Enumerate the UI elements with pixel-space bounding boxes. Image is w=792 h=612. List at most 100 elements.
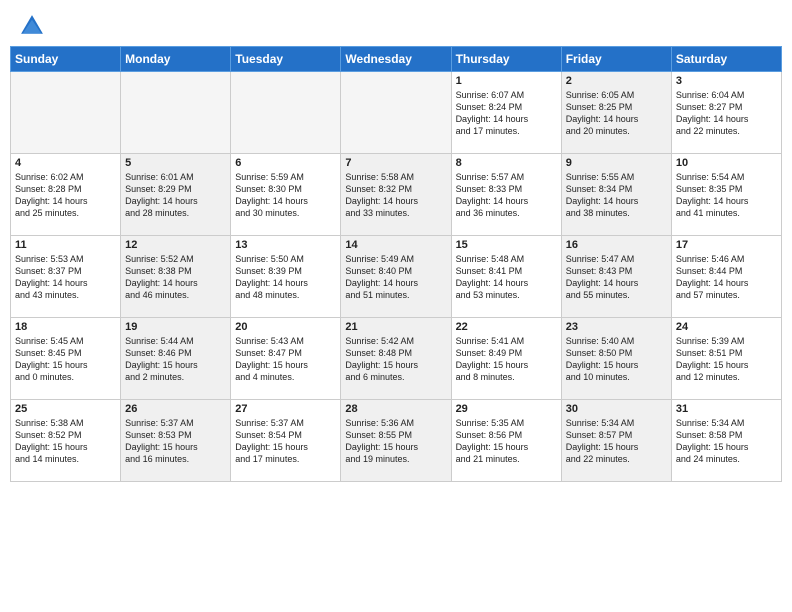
day-cell: 4 Sunrise: 6:02 AM Sunset: 8:28 PM Daylig… [11, 154, 121, 236]
day-cell: 28Sunrise: 5:36 AM Sunset: 8:55 PM Dayli… [341, 400, 451, 482]
day-info: Sunrise: 5:40 AM Sunset: 8:50 PM Dayligh… [566, 335, 667, 384]
day-info: Sunrise: 5:47 AM Sunset: 8:43 PM Dayligh… [566, 253, 667, 302]
calendar-wrapper: SundayMondayTuesdayWednesdayThursdayFrid… [0, 46, 792, 488]
day-info: Sunrise: 5:41 AM Sunset: 8:49 PM Dayligh… [456, 335, 557, 384]
day-number: 18 [15, 321, 116, 333]
day-number: 16 [566, 239, 667, 251]
logo-icon [18, 12, 46, 40]
day-info: Sunrise: 6:02 AM Sunset: 8:28 PM Dayligh… [15, 171, 116, 220]
day-header-tuesday: Tuesday [231, 47, 341, 72]
day-info: Sunrise: 5:36 AM Sunset: 8:55 PM Dayligh… [345, 417, 446, 466]
day-number: 7 [345, 157, 446, 169]
day-header-friday: Friday [561, 47, 671, 72]
day-cell: 27Sunrise: 5:37 AM Sunset: 8:54 PM Dayli… [231, 400, 341, 482]
day-info: Sunrise: 5:39 AM Sunset: 8:51 PM Dayligh… [676, 335, 777, 384]
day-number: 14 [345, 239, 446, 251]
day-cell: 11 Sunrise: 5:53 AM Sunset: 8:37 PM Dayli… [11, 236, 121, 318]
day-info: Sunrise: 5:53 AM Sunset: 8:37 PM Dayligh… [15, 253, 116, 302]
day-cell: 18 Sunrise: 5:45 AM Sunset: 8:45 PM Dayli… [11, 318, 121, 400]
week-row-3: 18 Sunrise: 5:45 AM Sunset: 8:45 PM Dayli… [11, 318, 782, 400]
day-info: Sunrise: 5:48 AM Sunset: 8:41 PM Dayligh… [456, 253, 557, 302]
day-number: 13 [235, 239, 336, 251]
day-number: 25 [15, 403, 116, 415]
day-cell: 5Sunrise: 6:01 AM Sunset: 8:29 PM Daylig… [121, 154, 231, 236]
day-number: 8 [456, 157, 557, 169]
day-info: Sunrise: 5:54 AM Sunset: 8:35 PM Dayligh… [676, 171, 777, 220]
day-number: 24 [676, 321, 777, 333]
day-header-monday: Monday [121, 47, 231, 72]
day-cell: 24 Sunrise: 5:39 AM Sunset: 8:51 PM Dayli… [671, 318, 781, 400]
day-header-wednesday: Wednesday [341, 47, 451, 72]
logo [18, 12, 50, 40]
day-number: 9 [566, 157, 667, 169]
day-number: 27 [235, 403, 336, 415]
day-cell: 15 Sunrise: 5:48 AM Sunset: 8:41 PM Dayli… [451, 236, 561, 318]
day-info: Sunrise: 5:57 AM Sunset: 8:33 PM Dayligh… [456, 171, 557, 220]
day-info: Sunrise: 5:37 AM Sunset: 8:53 PM Dayligh… [125, 417, 226, 466]
day-info: Sunrise: 5:59 AM Sunset: 8:30 PM Dayligh… [235, 171, 336, 220]
day-number: 19 [125, 321, 226, 333]
day-header-saturday: Saturday [671, 47, 781, 72]
day-number: 21 [345, 321, 446, 333]
page-header [0, 0, 792, 46]
day-number: 6 [235, 157, 336, 169]
day-info: Sunrise: 5:49 AM Sunset: 8:40 PM Dayligh… [345, 253, 446, 302]
day-number: 26 [125, 403, 226, 415]
day-info: Sunrise: 5:38 AM Sunset: 8:52 PM Dayligh… [15, 417, 116, 466]
day-number: 22 [456, 321, 557, 333]
day-cell: 8 Sunrise: 5:57 AM Sunset: 8:33 PM Daylig… [451, 154, 561, 236]
day-number: 10 [676, 157, 777, 169]
day-cell: 13Sunrise: 5:50 AM Sunset: 8:39 PM Dayli… [231, 236, 341, 318]
day-cell: 30Sunrise: 5:34 AM Sunset: 8:57 PM Dayli… [561, 400, 671, 482]
day-info: Sunrise: 5:45 AM Sunset: 8:45 PM Dayligh… [15, 335, 116, 384]
day-cell [121, 72, 231, 154]
day-number: 31 [676, 403, 777, 415]
day-number: 23 [566, 321, 667, 333]
day-number: 17 [676, 239, 777, 251]
day-info: Sunrise: 5:52 AM Sunset: 8:38 PM Dayligh… [125, 253, 226, 302]
day-number: 29 [456, 403, 557, 415]
day-info: Sunrise: 6:07 AM Sunset: 8:24 PM Dayligh… [456, 89, 557, 138]
day-cell: 25 Sunrise: 5:38 AM Sunset: 8:52 PM Dayli… [11, 400, 121, 482]
day-info: Sunrise: 5:34 AM Sunset: 8:57 PM Dayligh… [566, 417, 667, 466]
day-header-thursday: Thursday [451, 47, 561, 72]
day-cell: 12 Sunrise: 5:52 AM Sunset: 8:38 PM Dayli… [121, 236, 231, 318]
day-header-sunday: Sunday [11, 47, 121, 72]
day-cell: 14 Sunrise: 5:49 AM Sunset: 8:40 PM Dayli… [341, 236, 451, 318]
day-cell: 29 Sunrise: 5:35 AM Sunset: 8:56 PM Dayli… [451, 400, 561, 482]
day-number: 20 [235, 321, 336, 333]
day-info: Sunrise: 5:55 AM Sunset: 8:34 PM Dayligh… [566, 171, 667, 220]
day-number: 11 [15, 239, 116, 251]
day-cell [341, 72, 451, 154]
week-row-4: 25 Sunrise: 5:38 AM Sunset: 8:52 PM Dayli… [11, 400, 782, 482]
day-cell: 2Sunrise: 6:05 AM Sunset: 8:25 PM Daylig… [561, 72, 671, 154]
day-info: Sunrise: 5:35 AM Sunset: 8:56 PM Dayligh… [456, 417, 557, 466]
day-number: 3 [676, 75, 777, 87]
day-cell: 9 Sunrise: 5:55 AM Sunset: 8:34 PM Daylig… [561, 154, 671, 236]
day-number: 12 [125, 239, 226, 251]
day-cell: 23 Sunrise: 5:40 AM Sunset: 8:50 PM Dayli… [561, 318, 671, 400]
week-row-2: 11 Sunrise: 5:53 AM Sunset: 8:37 PM Dayli… [11, 236, 782, 318]
day-cell: 6 Sunrise: 5:59 AM Sunset: 8:30 PM Daylig… [231, 154, 341, 236]
day-cell: 10 Sunrise: 5:54 AM Sunset: 8:35 PM Dayli… [671, 154, 781, 236]
day-info: Sunrise: 6:01 AM Sunset: 8:29 PM Dayligh… [125, 171, 226, 220]
day-cell: 17 Sunrise: 5:46 AM Sunset: 8:44 PM Dayli… [671, 236, 781, 318]
day-info: Sunrise: 5:44 AM Sunset: 8:46 PM Dayligh… [125, 335, 226, 384]
day-info: Sunrise: 5:58 AM Sunset: 8:32 PM Dayligh… [345, 171, 446, 220]
calendar-table: SundayMondayTuesdayWednesdayThursdayFrid… [10, 46, 782, 482]
day-info: Sunrise: 6:05 AM Sunset: 8:25 PM Dayligh… [566, 89, 667, 138]
day-cell: 1Sunrise: 6:07 AM Sunset: 8:24 PM Daylig… [451, 72, 561, 154]
day-cell [231, 72, 341, 154]
day-cell: 16 Sunrise: 5:47 AM Sunset: 8:43 PM Dayli… [561, 236, 671, 318]
day-cell [11, 72, 121, 154]
day-number: 4 [15, 157, 116, 169]
day-cell: 21 Sunrise: 5:42 AM Sunset: 8:48 PM Dayli… [341, 318, 451, 400]
day-cell: 3Sunrise: 6:04 AM Sunset: 8:27 PM Daylig… [671, 72, 781, 154]
day-info: Sunrise: 5:42 AM Sunset: 8:48 PM Dayligh… [345, 335, 446, 384]
day-cell: 26 Sunrise: 5:37 AM Sunset: 8:53 PM Dayli… [121, 400, 231, 482]
day-cell: 22 Sunrise: 5:41 AM Sunset: 8:49 PM Dayli… [451, 318, 561, 400]
day-info: Sunrise: 5:46 AM Sunset: 8:44 PM Dayligh… [676, 253, 777, 302]
day-info: Sunrise: 5:43 AM Sunset: 8:47 PM Dayligh… [235, 335, 336, 384]
day-number: 15 [456, 239, 557, 251]
day-cell: 20 Sunrise: 5:43 AM Sunset: 8:47 PM Dayli… [231, 318, 341, 400]
